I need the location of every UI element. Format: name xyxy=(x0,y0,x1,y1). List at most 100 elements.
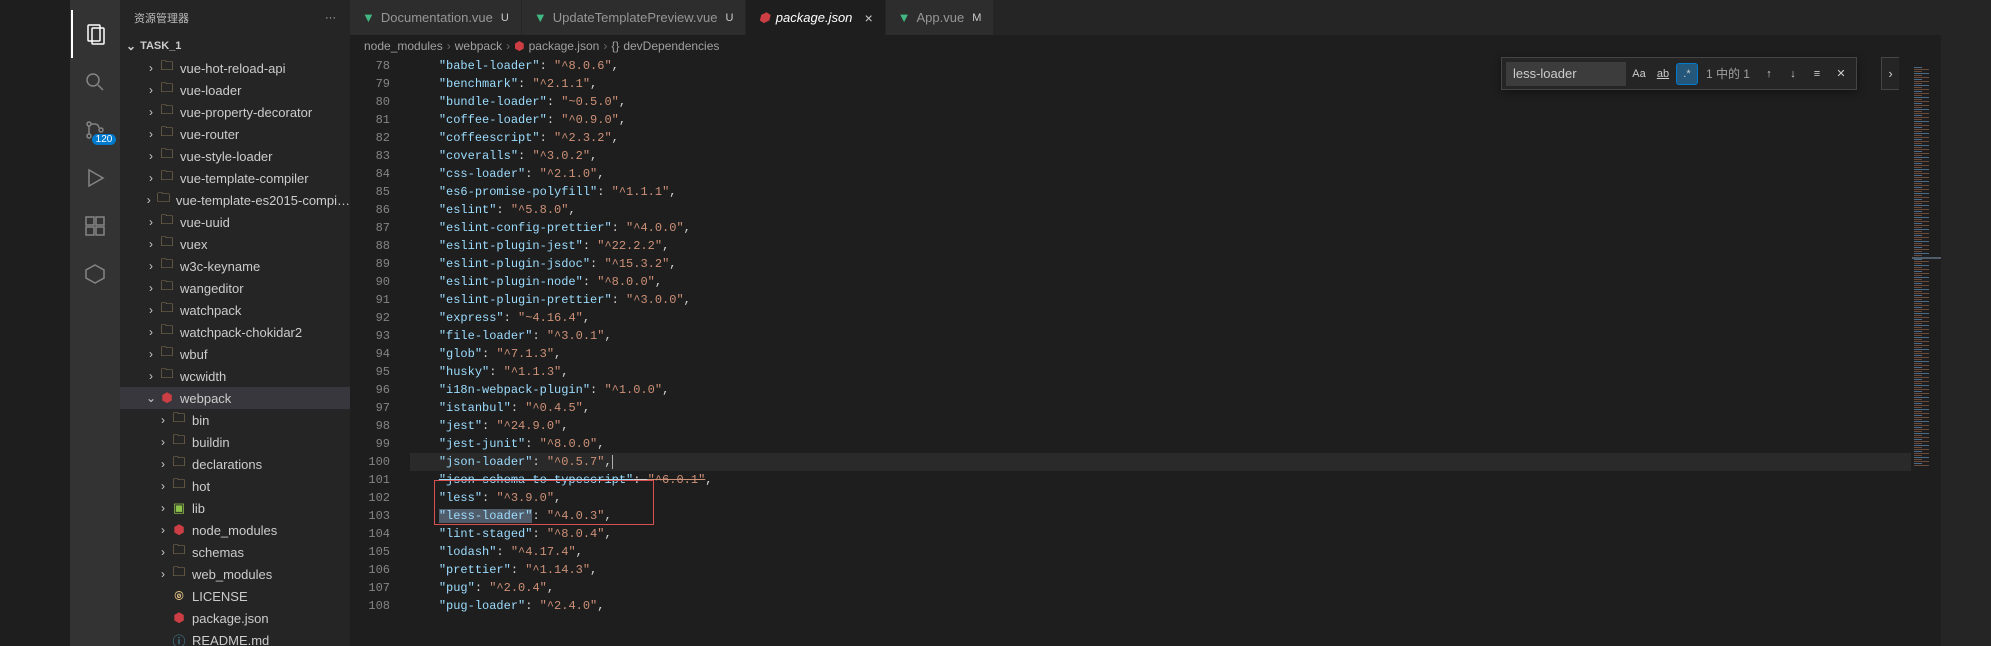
code-line[interactable]: "glob": "^7.1.3", xyxy=(410,345,1911,363)
tab-package-json[interactable]: ⬢package.json× xyxy=(746,0,885,35)
tree-item-watchpack-chokidar2[interactable]: ›🗀watchpack-chokidar2 xyxy=(120,321,350,343)
code-line[interactable]: "eslint-config-prettier": "^4.0.0", xyxy=(410,219,1911,237)
find-expand-toggle[interactable]: › xyxy=(1881,57,1899,90)
minimap-line xyxy=(1914,399,1922,400)
code-line[interactable]: "express": "~4.16.4", xyxy=(410,309,1911,327)
sidebar-more-icon[interactable]: ··· xyxy=(325,12,336,24)
code-line[interactable]: "pug-loader": "^2.4.0", xyxy=(410,597,1911,615)
minimap-line xyxy=(1914,237,1929,238)
tiny-strip xyxy=(0,0,70,646)
tree-item-vue-hot-reload-api[interactable]: ›🗀vue-hot-reload-api xyxy=(120,57,350,79)
code-line[interactable]: "eslint": "^5.8.0", xyxy=(410,201,1911,219)
sidebar-section-header[interactable]: ⌄ TASK_1 xyxy=(120,35,350,57)
code-line[interactable]: "file-loader": "^3.0.1", xyxy=(410,327,1911,345)
regex-button[interactable]: .* xyxy=(1676,63,1698,85)
tree-item-package-json[interactable]: ⬢package.json xyxy=(120,607,350,629)
code-line[interactable]: "prettier": "^1.14.3", xyxy=(410,561,1911,579)
code-area[interactable]: "babel-loader": "^8.0.6", "benchmark": "… xyxy=(410,57,1911,646)
tree-item-readme-md[interactable]: ⓘREADME.md xyxy=(120,629,350,646)
code-line[interactable]: "jest": "^24.9.0", xyxy=(410,417,1911,435)
tree-item-declarations[interactable]: ›🗀declarations xyxy=(120,453,350,475)
find-input[interactable] xyxy=(1506,62,1626,86)
tree-item-webpack[interactable]: ⌄⬢webpack xyxy=(120,387,350,409)
tree-item-w3c-keyname[interactable]: ›🗀w3c-keyname xyxy=(120,255,350,277)
code-line[interactable]: "css-loader": "^2.1.0", xyxy=(410,165,1911,183)
find-selection-button[interactable]: ≡ xyxy=(1806,63,1828,85)
code-line[interactable]: "eslint-plugin-prettier": "^3.0.0", xyxy=(410,291,1911,309)
find-next-button[interactable]: ↓ xyxy=(1782,63,1804,85)
line-number: 95 xyxy=(350,363,390,381)
sidebar-header: 资源管理器 ··· xyxy=(120,0,350,35)
code-line[interactable]: "eslint-plugin-node": "^8.0.0", xyxy=(410,273,1911,291)
find-widget: Aa ab .* 1 中的 1 ↑ ↓ ≡ ✕ xyxy=(1501,57,1857,90)
whole-word-button[interactable]: ab xyxy=(1652,63,1674,85)
search-icon[interactable] xyxy=(71,58,119,106)
minimap-line xyxy=(1914,167,1922,168)
tab-documentation-vue[interactable]: ▼Documentation.vueU xyxy=(350,0,522,35)
tree-item-buildin[interactable]: ›🗀buildin xyxy=(120,431,350,453)
tree-item-vue-property-decorator[interactable]: ›🗀vue-property-decorator xyxy=(120,101,350,123)
code-line[interactable]: "less-loader": "^4.0.3", xyxy=(410,507,1911,525)
line-number: 94 xyxy=(350,345,390,363)
minimap-line xyxy=(1914,149,1929,150)
tree-item-wbuf[interactable]: ›🗀wbuf xyxy=(120,343,350,365)
tree-item-vue-uuid[interactable]: ›🗀vue-uuid xyxy=(120,211,350,233)
code-line[interactable]: "lodash": "^4.17.4", xyxy=(410,543,1911,561)
match-case-button[interactable]: Aa xyxy=(1628,63,1650,85)
code-line[interactable]: "i18n-webpack-plugin": "^1.0.0", xyxy=(410,381,1911,399)
code-line[interactable]: "coffee-loader": "^0.9.0", xyxy=(410,111,1911,129)
code-line[interactable]: "json-loader": "^0.5.7", xyxy=(410,453,1911,471)
tree-item-license[interactable]: 🄍LICENSE xyxy=(120,585,350,607)
line-number: 99 xyxy=(350,435,390,453)
explorer-icon[interactable] xyxy=(71,10,119,58)
code-line[interactable]: "less": "^3.9.0", xyxy=(410,489,1911,507)
extensions-icon[interactable] xyxy=(71,202,119,250)
code-line[interactable]: "istanbul": "^0.4.5", xyxy=(410,399,1911,417)
breadcrumb-part[interactable]: node_modules xyxy=(364,39,443,53)
tab-app-vue[interactable]: ▼App.vueM xyxy=(886,0,995,35)
code-line[interactable]: "coffeescript": "^2.3.2", xyxy=(410,129,1911,147)
tree-item-vue-router[interactable]: ›🗀vue-router xyxy=(120,123,350,145)
tree-item-vuex[interactable]: ›🗀vuex xyxy=(120,233,350,255)
source-control-icon[interactable]: 120 xyxy=(71,106,119,154)
tree-item-wcwidth[interactable]: ›🗀wcwidth xyxy=(120,365,350,387)
tree-item-web-modules[interactable]: ›🗀web_modules xyxy=(120,563,350,585)
code-line[interactable]: "lint-staged": "^8.0.4", xyxy=(410,525,1911,543)
minimap[interactable] xyxy=(1911,57,1941,646)
minimap-line xyxy=(1914,79,1922,80)
code-line[interactable]: "pug": "^2.0.4", xyxy=(410,579,1911,597)
tree-item-vue-loader[interactable]: ›🗀vue-loader xyxy=(120,79,350,101)
code-line[interactable]: "husky": "^1.1.3", xyxy=(410,363,1911,381)
tree-item-watchpack[interactable]: ›🗀watchpack xyxy=(120,299,350,321)
breadcrumb-part[interactable]: package.json xyxy=(529,39,600,53)
extra-icon[interactable] xyxy=(71,250,119,298)
tree-item-node-modules[interactable]: ›⬢node_modules xyxy=(120,519,350,541)
tree-item-vue-template-compiler[interactable]: ›🗀vue-template-compiler xyxy=(120,167,350,189)
npm-icon: ⬢ xyxy=(758,10,769,26)
tab-updatetemplatepreview-vue[interactable]: ▼UpdateTemplatePreview.vueU xyxy=(522,0,747,35)
code-line[interactable]: "es6-promise-polyfill": "^1.1.1", xyxy=(410,183,1911,201)
find-close-button[interactable]: ✕ xyxy=(1830,63,1852,85)
tree-item-hot[interactable]: ›🗀hot xyxy=(120,475,350,497)
tree-item-vue-style-loader[interactable]: ›🗀vue-style-loader xyxy=(120,145,350,167)
tree-item-schemas[interactable]: ›🗀schemas xyxy=(120,541,350,563)
code-line[interactable]: "json-schema-to-typescript": "^6.0.1", xyxy=(410,471,1911,489)
tree-item-vue-template-es2015-compi-[interactable]: ›🗀vue-template-es2015-compi… xyxy=(120,189,350,211)
code-line[interactable]: "eslint-plugin-jsdoc": "^15.3.2", xyxy=(410,255,1911,273)
tree-item-wangeditor[interactable]: ›🗀wangeditor xyxy=(120,277,350,299)
debug-icon[interactable] xyxy=(71,154,119,202)
close-icon[interactable]: × xyxy=(864,10,872,26)
tree-item-bin[interactable]: ›🗀bin xyxy=(120,409,350,431)
code-line[interactable]: "jest-junit": "^8.0.0", xyxy=(410,435,1911,453)
tree-item-label: schemas xyxy=(192,545,244,560)
breadcrumb-part[interactable]: devDependencies xyxy=(623,39,719,53)
minimap-line xyxy=(1914,383,1922,384)
tree-item-label: hot xyxy=(192,479,210,494)
minimap-line xyxy=(1914,463,1922,464)
breadcrumb-part[interactable]: webpack xyxy=(455,39,502,53)
code-line[interactable]: "bundle-loader": "~0.5.0", xyxy=(410,93,1911,111)
tree-item-lib[interactable]: ›▣lib xyxy=(120,497,350,519)
code-line[interactable]: "eslint-plugin-jest": "^22.2.2", xyxy=(410,237,1911,255)
find-prev-button[interactable]: ↑ xyxy=(1758,63,1780,85)
code-line[interactable]: "coveralls": "^3.0.2", xyxy=(410,147,1911,165)
